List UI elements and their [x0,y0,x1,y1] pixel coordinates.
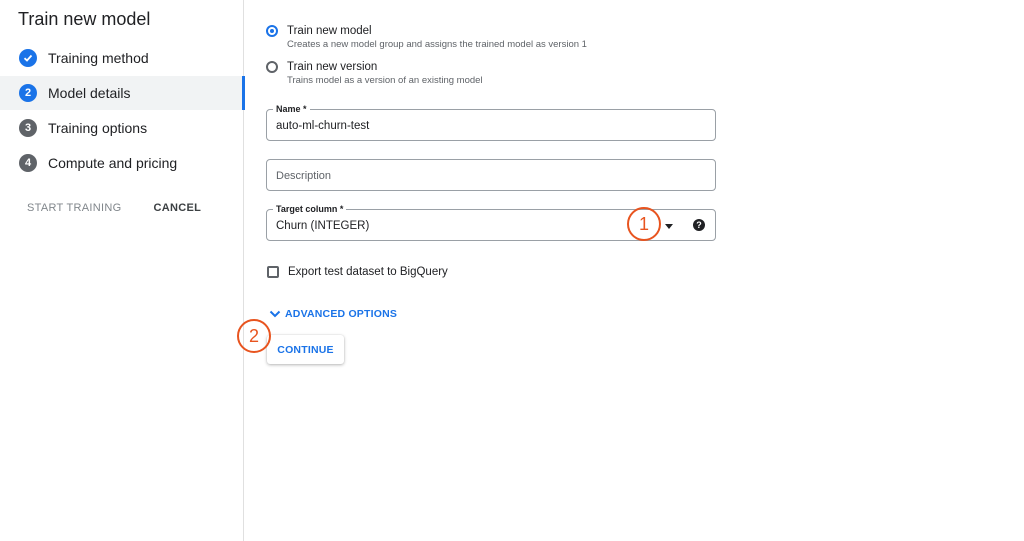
continue-button[interactable]: CONTINUE [267,335,344,364]
name-field-label: Name * [273,103,310,115]
sidebar-actions: START TRAINING CANCEL [27,202,201,214]
step-label: Compute and pricing [48,155,178,171]
radio-label: Train new version [287,61,378,73]
radio-description: Trains model as a version of an existing… [287,75,483,86]
step-label: Training method [48,50,149,66]
radio-button[interactable] [266,61,278,73]
export-bigquery-option[interactable]: Export test dataset to BigQuery [267,266,448,278]
radio-train-new-model[interactable]: Train new model Creates a new model grou… [266,24,587,52]
name-field-value: auto-ml-churn-test [276,120,370,132]
chevron-down-icon [269,310,281,318]
cancel-button[interactable]: CANCEL [153,202,201,214]
callout-marker-1: 1 [627,207,661,241]
step-number-badge: 2 [19,84,37,102]
radio-description: Creates a new model group and assigns th… [287,39,587,50]
target-column-value: Churn (INTEGER) [276,220,370,232]
checkbox-label: Export test dataset to BigQuery [288,266,448,278]
page-title: Train new model [18,9,151,29]
export-checkbox[interactable] [267,266,279,278]
callout-marker-2: 2 [237,319,271,353]
dropdown-arrow-icon[interactable] [665,224,673,229]
name-field[interactable]: Name * auto-ml-churn-test [266,103,716,141]
stepper-sidebar: Train new model Training method 2 Model … [0,0,245,541]
description-field[interactable]: Description [266,159,716,191]
step-compute-and-pricing[interactable]: 4 Compute and pricing [0,146,244,180]
step-label: Training options [48,120,148,136]
start-training-button[interactable]: START TRAINING [27,202,121,214]
step-training-method[interactable]: Training method [0,41,244,75]
step-model-details[interactable]: 2 Model details [0,76,245,110]
radio-label: Train new model [287,25,372,37]
advanced-options-label: ADVANCED OPTIONS [285,308,398,320]
radio-button-checked[interactable] [266,25,278,37]
step-number-badge: 4 [19,154,37,172]
help-icon[interactable]: ? [693,219,705,231]
target-column-label: Target column * [273,203,347,215]
step-training-options[interactable]: 3 Training options [0,111,244,145]
step-label: Model details [48,85,131,101]
advanced-options-toggle[interactable]: ADVANCED OPTIONS [269,308,397,320]
radio-train-new-version[interactable]: Train new version Trains model as a vers… [266,60,483,88]
check-icon [19,49,37,67]
step-number-badge: 3 [19,119,37,137]
description-placeholder: Description [276,170,332,182]
